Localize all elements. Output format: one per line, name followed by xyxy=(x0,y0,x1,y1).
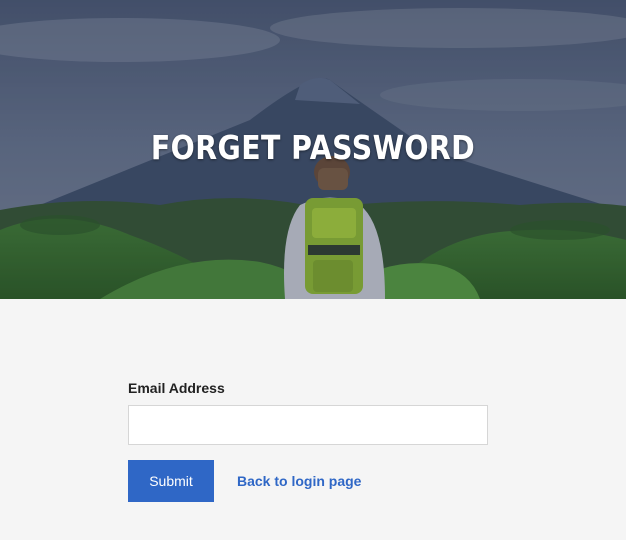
forget-password-form: Email Address Submit Back to login page xyxy=(128,380,488,502)
hero-banner: FORGET PASSWORD xyxy=(0,0,626,299)
submit-button[interactable]: Submit xyxy=(128,460,214,502)
form-actions: Submit Back to login page xyxy=(128,460,488,502)
back-to-login-link[interactable]: Back to login page xyxy=(237,473,361,489)
email-field[interactable] xyxy=(128,405,488,445)
email-label: Email Address xyxy=(128,380,225,396)
page-title: FORGET PASSWORD xyxy=(150,128,476,167)
